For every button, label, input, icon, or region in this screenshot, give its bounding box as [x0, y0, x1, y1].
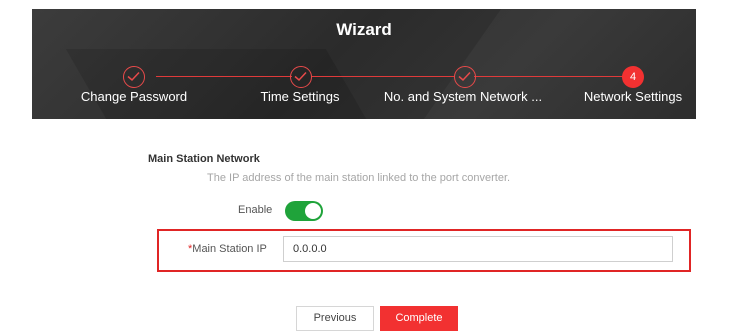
toggle-knob: [305, 203, 321, 219]
complete-button[interactable]: Complete: [380, 306, 458, 331]
wizard-title: Wizard: [336, 20, 392, 39]
step-1-label: Change Password: [80, 89, 188, 104]
step-1-check-icon: [123, 66, 145, 88]
enable-toggle[interactable]: [285, 201, 323, 221]
step-3-check-icon: [454, 66, 476, 88]
step-4-number-badge: 4: [622, 66, 644, 88]
step-3-label: No. and System Network ...: [383, 89, 543, 104]
step-connector: [474, 76, 624, 77]
wizard-header: Wizard Change Password Time Settings No.…: [32, 9, 696, 119]
step-connector: [156, 76, 292, 77]
previous-button[interactable]: Previous: [296, 306, 374, 331]
enable-label: Enable: [238, 204, 273, 216]
header-decoration: [65, 49, 419, 119]
ip-label-text: Main Station IP: [192, 243, 267, 255]
step-4-label: Network Settings: [583, 89, 683, 104]
step-connector: [311, 76, 454, 77]
main-station-ip-label: *Main Station IP: [188, 243, 267, 255]
step-2-label: Time Settings: [260, 89, 340, 104]
main-station-ip-input[interactable]: [283, 236, 673, 262]
step-2-check-icon: [290, 66, 312, 88]
section-title: Main Station Network: [148, 153, 260, 165]
section-description: The IP address of the main station linke…: [207, 172, 511, 184]
